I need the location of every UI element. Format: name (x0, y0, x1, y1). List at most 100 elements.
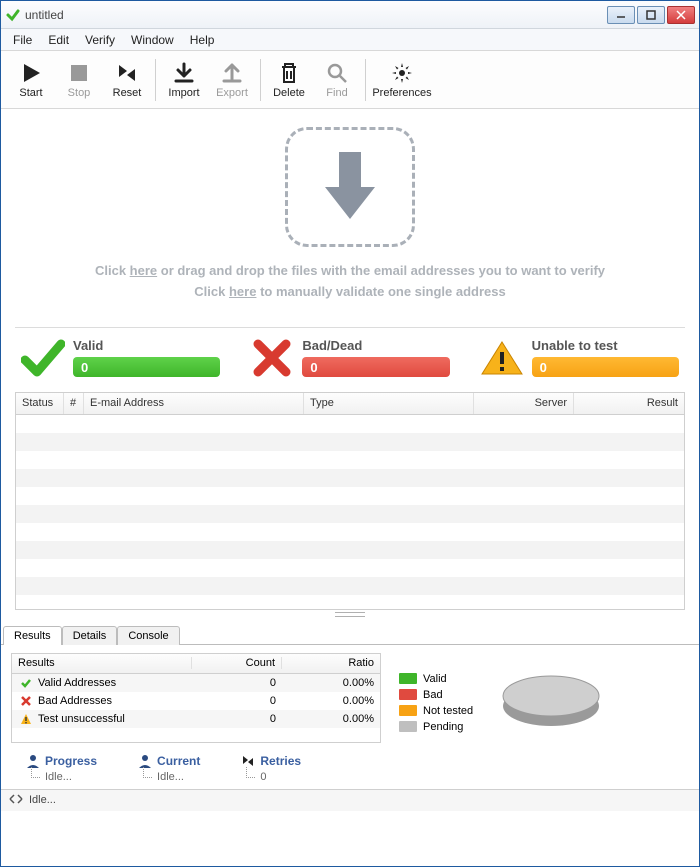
metric-progress: Progress Idle... (25, 753, 97, 783)
legend-swatch (399, 673, 417, 684)
stat-valid: Valid 0 (21, 338, 220, 378)
stat-bad-bar: 0 (302, 357, 449, 377)
export-icon (220, 61, 244, 85)
drop-zone[interactable]: Click here or drag and drop the files wi… (15, 119, 685, 313)
legend-swatch (399, 721, 417, 732)
preferences-button[interactable]: Preferences (370, 54, 434, 106)
table-row (16, 451, 684, 469)
pcol-ratio: Ratio (282, 657, 380, 669)
title-bar: untitled (1, 1, 699, 29)
stat-bad-title: Bad/Dead (302, 338, 449, 353)
toolbar-separator (260, 59, 261, 101)
table-row (16, 505, 684, 523)
stat-unable-bar: 0 (532, 357, 679, 377)
toolbar: Start Stop Reset Import Export Delete Fi… (1, 51, 699, 109)
import-button[interactable]: Import (160, 54, 208, 106)
stat-unable: Unable to test 0 (480, 338, 679, 378)
play-icon (19, 61, 43, 85)
menu-verify[interactable]: Verify (77, 31, 123, 49)
metric-current: Current Idle... (137, 753, 200, 783)
stat-valid-bar: 0 (73, 357, 220, 377)
table-row (16, 559, 684, 577)
toolbar-separator (365, 59, 366, 101)
x-icon (18, 693, 34, 709)
col-status[interactable]: Status (16, 393, 64, 414)
results-row: Test unsuccessful00.00% (12, 710, 380, 728)
legend-swatch (399, 689, 417, 700)
results-table: Results Count Ratio Valid Addresses00.00… (11, 653, 381, 743)
menu-window[interactable]: Window (123, 31, 182, 49)
delete-button[interactable]: Delete (265, 54, 313, 106)
table-body (16, 415, 684, 595)
check-icon (18, 675, 34, 691)
col-email[interactable]: E-mail Address (84, 393, 304, 414)
main-area: Click here or drag and drop the files wi… (1, 109, 699, 610)
table-row (16, 415, 684, 433)
table-row (16, 433, 684, 451)
table-row (16, 469, 684, 487)
menu-bar: File Edit Verify Window Help (1, 29, 699, 51)
window-title: untitled (25, 8, 607, 22)
metric-retries-value: 0 (240, 771, 301, 783)
minimize-button[interactable] (607, 6, 635, 24)
menu-file[interactable]: File (5, 31, 40, 49)
status-icon (9, 794, 23, 807)
col-server[interactable]: Server (474, 393, 574, 414)
pcol-results: Results (12, 657, 192, 669)
tab-details[interactable]: Details (62, 626, 118, 645)
col-num[interactable]: # (64, 393, 84, 414)
stop-button: Stop (55, 54, 103, 106)
export-button: Export (208, 54, 256, 106)
click-here-link-manual[interactable]: here (229, 284, 256, 299)
table-row (16, 487, 684, 505)
warning-icon (480, 338, 524, 378)
stat-valid-title: Valid (73, 338, 220, 353)
results-panel: Results Count Ratio Valid Addresses00.00… (1, 645, 699, 749)
trash-icon (277, 61, 301, 85)
drop-hint: Click here or drag and drop the files wi… (95, 261, 605, 303)
start-button[interactable]: Start (7, 54, 55, 106)
stat-boxes: Valid 0 Bad/Dead 0 Unable to test 0 (15, 338, 685, 378)
reset-icon (115, 61, 139, 85)
maximize-button[interactable] (637, 6, 665, 24)
col-result[interactable]: Result (574, 393, 684, 414)
bottom-tabs: Results Details Console (1, 622, 699, 645)
tab-console[interactable]: Console (117, 626, 179, 645)
legend-row: Valid (399, 671, 473, 687)
close-button[interactable] (667, 6, 695, 24)
find-button: Find (313, 54, 361, 106)
splitter-handle[interactable] (1, 610, 699, 620)
menu-help[interactable]: Help (182, 31, 223, 49)
x-icon (250, 338, 294, 378)
check-icon (21, 338, 65, 378)
import-icon (172, 61, 196, 85)
table-header: Status # E-mail Address Type Server Resu… (16, 393, 684, 415)
search-icon (325, 61, 349, 85)
menu-edit[interactable]: Edit (40, 31, 77, 49)
legend: ValidBadNot testedPending (399, 653, 473, 743)
legend-row: Pending (399, 719, 473, 735)
results-row: Valid Addresses00.00% (12, 674, 380, 692)
reset-button[interactable]: Reset (103, 54, 151, 106)
pie-chart (491, 653, 611, 743)
pcol-count: Count (192, 657, 282, 669)
stat-bad: Bad/Dead 0 (250, 338, 449, 378)
click-here-link-files[interactable]: here (130, 263, 157, 278)
metrics-row: Progress Idle... Current Idle... Retries… (1, 749, 699, 789)
results-row: Bad Addresses00.00% (12, 692, 380, 710)
table-row (16, 577, 684, 595)
status-text: Idle... (29, 794, 56, 806)
metric-retries: Retries 0 (240, 753, 301, 783)
gear-icon (390, 61, 414, 85)
stat-unable-title: Unable to test (532, 338, 679, 353)
col-type[interactable]: Type (304, 393, 474, 414)
warn-icon (18, 711, 34, 727)
email-table: Status # E-mail Address Type Server Resu… (15, 392, 685, 610)
table-row (16, 523, 684, 541)
metric-progress-value: Idle... (25, 771, 97, 783)
divider (15, 327, 685, 328)
tab-results[interactable]: Results (3, 626, 62, 645)
toolbar-separator (155, 59, 156, 101)
metric-current-value: Idle... (137, 771, 200, 783)
legend-row: Bad (399, 687, 473, 703)
